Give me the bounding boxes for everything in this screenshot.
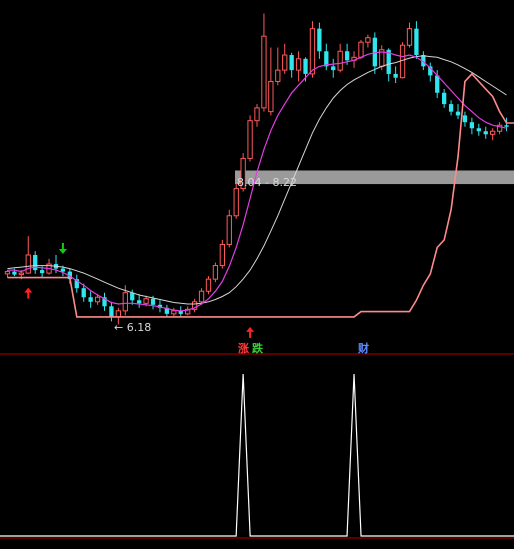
panel-divider [0,353,514,539]
candle-body [448,104,454,112]
candle-body [414,28,419,56]
candle-body [344,51,350,61]
candle-body [289,55,294,71]
candle-body [94,296,101,303]
support-line [7,72,514,318]
candle-body [130,292,135,301]
candle-body [282,54,288,71]
candle-body [462,115,468,123]
candle-body [358,41,364,58]
buy-arrow-icon [24,287,33,299]
candle-body [212,265,219,280]
buy-arrow-icon [246,326,255,338]
candle-body [219,243,225,267]
candle-body [226,215,232,245]
sub-indicator [0,373,514,537]
candle-body [393,73,398,78]
candles [4,13,509,325]
signal-spike-line [0,373,514,537]
candle-body [303,58,308,74]
candle-body [4,271,11,275]
candle-body [88,297,93,302]
candle-body [143,298,149,304]
candle-body [109,306,114,317]
candle-body [150,298,156,305]
candle-body [81,288,86,298]
candle-body [504,125,509,127]
tag-die[interactable]: 跌 [252,340,263,356]
candle-body [171,310,177,315]
candle-body [331,66,336,71]
candle-body [455,111,461,116]
tag-cai[interactable]: 财 [358,340,369,356]
candle-body [137,300,142,304]
candle-body [39,270,45,274]
candle-body [25,254,31,274]
candle-body [254,107,260,122]
candle-body [399,44,406,79]
candle-body [295,58,302,71]
candle-body [12,271,17,275]
candle-body [317,28,322,52]
candle-body [469,122,475,129]
candle-body [198,290,205,303]
candle-body [233,188,239,217]
candle-body [324,51,329,67]
candle-body [268,80,274,113]
candle-body [476,128,481,132]
candle-body [115,310,122,318]
candle-body [483,131,488,135]
candle-body [122,292,128,312]
candle-body [60,268,66,272]
candle-body [442,92,447,105]
candle-body [406,28,413,46]
range-band-label: 8.04 - 8.22 [237,176,297,189]
candle-body [247,120,253,159]
sell-arrow-icon [58,243,67,254]
candle-body [435,75,440,93]
tag-zhang[interactable]: 涨 [238,340,249,356]
candle-body [275,69,281,82]
low-price-marker: ← 6.18 [114,321,152,334]
candle-body [309,28,316,75]
candle-body [261,35,267,109]
candle-body [365,37,371,43]
candle-body [490,130,496,135]
candle-body [18,272,24,276]
candle-body [337,50,343,71]
candle-body [205,278,212,292]
stock-chart [0,13,514,539]
